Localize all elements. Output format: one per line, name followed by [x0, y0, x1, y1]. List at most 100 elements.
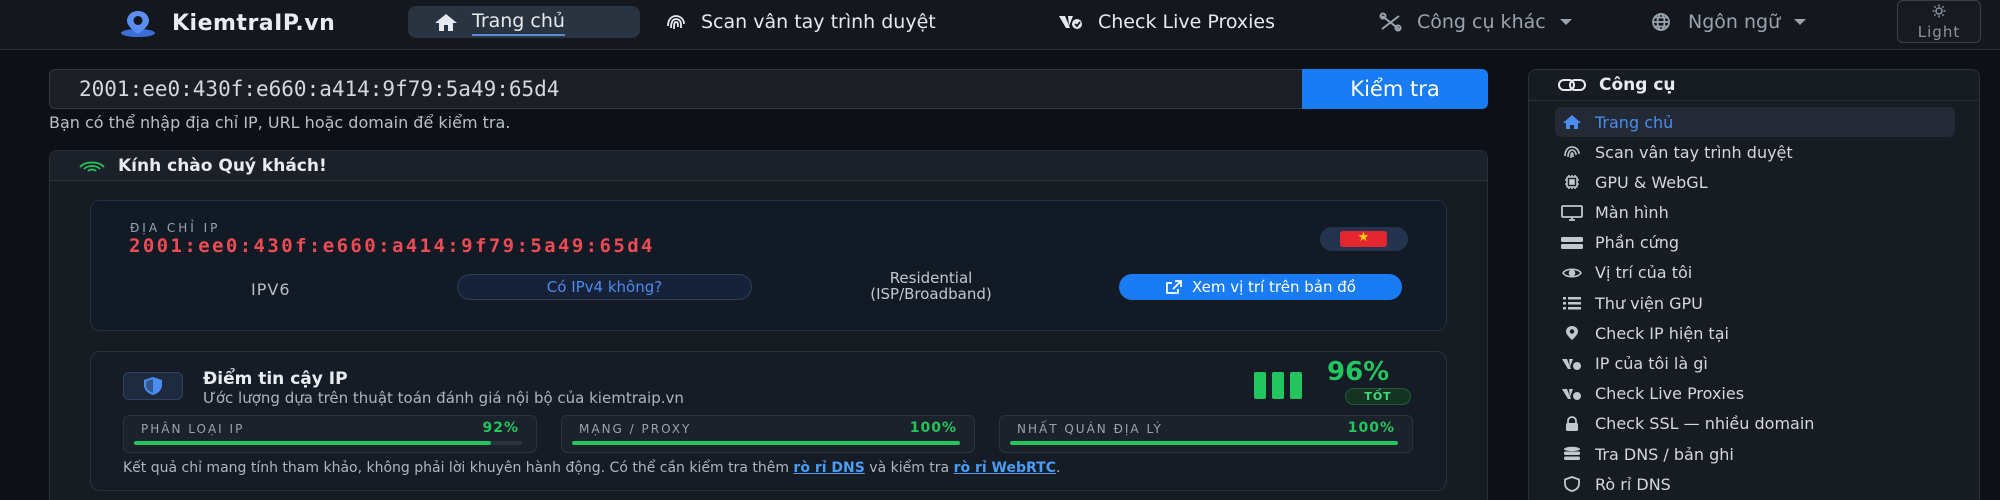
connection-type: Residential (ISP/Broadband) [831, 270, 1031, 302]
sidebar-item-label: Check Live Proxies [1595, 384, 1745, 404]
signal-bar [1290, 372, 1302, 399]
location-pin-logo-icon [121, 11, 155, 37]
nav-check-proxies-label: Check Live Proxies [1098, 11, 1275, 33]
shield-icon [144, 377, 162, 395]
sidebar-item-check-ssl[interactable]: Check SSL — nhiều domain [1555, 409, 1955, 439]
sidebar-item-label: Thư viện GPU [1595, 293, 1703, 313]
sidebar-item-label: Scan vân tay trình duyệt [1595, 142, 1793, 162]
chevron-down-icon [1794, 19, 1807, 25]
nav-language-dropdown[interactable]: Ngôn ngữ [1648, 6, 1807, 38]
eye-icon [1559, 265, 1585, 281]
list-icon [1559, 295, 1585, 311]
metric-label: MẠNG / PROXY [579, 422, 692, 436]
sidebar-item-dns-leak[interactable]: Rò rỉ DNS [1555, 469, 1955, 499]
connection-type-line2: (ISP/Broadband) [870, 285, 992, 303]
welcome-card-header: Kính chào Quý khách! [50, 151, 1487, 181]
fingerprint-icon [667, 15, 685, 30]
ip-version: IPV6 [251, 280, 291, 299]
metric-progress-fill [1010, 441, 1398, 445]
signal-bar [1272, 372, 1284, 399]
metric-progress-track [134, 441, 522, 445]
fingerprint-icon [1559, 144, 1585, 160]
sidebar-item-label: Phần cứng [1595, 233, 1680, 253]
nav-other-tools-label: Công cụ khác [1417, 11, 1546, 33]
sidebar-title: Công cụ [1599, 75, 1676, 95]
top-navbar: KiemtraIP.vn Trang chủ Scan vân tay trìn… [0, 0, 2000, 50]
nav-other-tools-dropdown[interactable]: Công cụ khác [1377, 6, 1572, 38]
metric-progress-fill [134, 441, 491, 445]
sidebar-item-what-is-my-ip[interactable]: IP của tôi là gì [1555, 349, 1955, 379]
ip-search-input[interactable] [49, 69, 1302, 109]
sidebar-item-gpu-library[interactable]: Thư viện GPU [1555, 288, 1955, 318]
view-map-button[interactable]: Xem vị trí trên bản đồ [1119, 274, 1402, 300]
trust-rating-badge: TỐT [1345, 388, 1411, 405]
country-flag-badge: ★ [1320, 227, 1408, 251]
disclaimer-text: Kết quả chỉ mang tính tham khảo, không p… [123, 460, 794, 476]
nav-check-proxies[interactable]: Check Live Proxies [1056, 6, 1275, 38]
theme-toggle-label: Light [1917, 23, 1961, 41]
sidebar-header: Công cụ [1529, 70, 1979, 101]
sidebar-item-label: Rò rỉ DNS [1595, 474, 1671, 494]
sidebar-item-hardware[interactable]: Phần cứng [1555, 228, 1955, 258]
brand-name: KiemtraIP.vn [172, 10, 336, 36]
tools-icon [1379, 12, 1402, 32]
sidebar-list: Trang chủ Scan vân tay trình duyệt GPU &… [1555, 107, 1955, 499]
metric-progress-track [572, 441, 960, 445]
sidebar-item-dns-lookup[interactable]: Tra DNS / bản ghi [1555, 439, 1955, 469]
external-link-icon [1166, 280, 1182, 294]
shield-icon [1559, 476, 1585, 493]
check-ipv4-button[interactable]: Có IPv4 không? [457, 274, 752, 300]
disclaimer-text-end: . [1056, 460, 1061, 476]
lock-icon [1559, 415, 1585, 432]
sidebar-item-gpu-webgl[interactable]: GPU & WebGL [1555, 167, 1955, 197]
metric-network-proxy: MẠNG / PROXY 100% [561, 415, 975, 453]
webrtc-leak-link[interactable]: rò rỉ WebRTC [954, 460, 1056, 476]
nav-home[interactable]: Trang chủ [408, 6, 640, 38]
sidebar-item-label: Màn hình [1595, 203, 1669, 223]
nav-fingerprint-scan[interactable]: Scan vân tay trình duyệt [663, 6, 936, 38]
sidebar-item-label: Check IP hiện tại [1595, 323, 1729, 343]
trust-title: Điểm tin cậy IP [203, 369, 348, 389]
proxy-icon [1559, 386, 1585, 402]
sidebar-item-label: Trang chủ [1595, 112, 1674, 132]
welcome-card: Kính chào Quý khách! ĐỊA CHỈ IP 2001:ee0… [49, 150, 1488, 500]
metric-ip-classification: PHÂN LOẠI IP 92% [123, 415, 537, 453]
nav-fingerprint-label: Scan vân tay trình duyệt [701, 11, 936, 33]
sidebar-item-fingerprint-scan[interactable]: Scan vân tay trình duyệt [1555, 137, 1955, 167]
theme-toggle-button[interactable]: Light [1897, 0, 1981, 43]
check-button[interactable]: Kiểm tra [1302, 69, 1488, 109]
sidebar-item-home[interactable]: Trang chủ [1555, 107, 1955, 137]
sidebar-item-my-location[interactable]: Vị trí của tôi [1555, 258, 1955, 288]
search-hint: Bạn có thể nhập địa chỉ IP, URL hoặc dom… [49, 113, 511, 132]
trust-score: 96% [1327, 357, 1390, 387]
location-icon [1559, 325, 1585, 341]
signal-bars-icon [1254, 372, 1302, 399]
metric-geo-consistency: NHẤT QUÁN ĐỊA LÝ 100% [999, 415, 1413, 453]
sidebar-item-check-live-proxies[interactable]: Check Live Proxies [1555, 379, 1955, 409]
ip-address-caption: ĐỊA CHỈ IP [130, 221, 221, 235]
sun-icon [1932, 4, 1946, 18]
sidebar-item-check-ip[interactable]: Check IP hiện tại [1555, 318, 1955, 348]
metric-value: 100% [1347, 420, 1395, 436]
wifi-fingerprint-icon [79, 161, 105, 172]
metric-label: NHẤT QUÁN ĐỊA LÝ [1017, 422, 1163, 436]
database-icon [1559, 446, 1585, 462]
brand-link[interactable]: KiemtraIP.vn [118, 8, 335, 38]
monitor-icon [1559, 204, 1585, 221]
metric-value: 100% [909, 420, 957, 436]
sidebar-item-screen[interactable]: Màn hình [1555, 198, 1955, 228]
nav-language-label: Ngôn ngữ [1688, 11, 1781, 33]
home-icon [1559, 114, 1585, 130]
proxy-icon [1059, 16, 1082, 29]
dns-leak-link[interactable]: rò rỉ DNS [793, 460, 864, 476]
sidebar-item-label: GPU & WebGL [1595, 172, 1708, 192]
metric-label: PHÂN LOẠI IP [141, 422, 245, 436]
tools-sidebar: Công cụ Trang chủ Scan vân tay trình duy… [1528, 69, 1980, 500]
ip-trust-panel: Điểm tin cậy IP Ước lượng dựa trên thuật… [90, 351, 1447, 491]
ip-info-panel: ĐỊA CHỈ IP 2001:ee0:430f:e660:a414:9f79:… [90, 200, 1447, 331]
sidebar-item-label: IP của tôi là gì [1595, 354, 1708, 373]
sidebar-item-label: Tra DNS / bản ghi [1595, 444, 1734, 464]
trust-subtitle: Ước lượng dựa trên thuật toán đánh giá n… [203, 389, 684, 407]
ip-address-value: 2001:ee0:430f:e660:a414:9f79:5a49:65d4 [129, 235, 655, 257]
trust-shield-badge [123, 372, 183, 400]
